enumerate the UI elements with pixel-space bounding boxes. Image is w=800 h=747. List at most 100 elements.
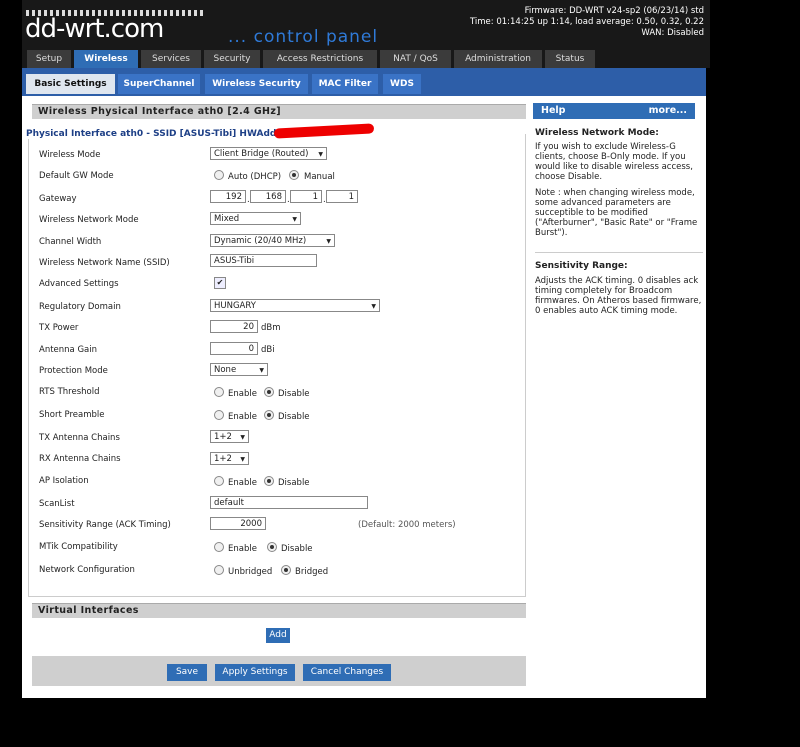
tx-chains-select[interactable]: 1+2 bbox=[210, 430, 249, 444]
rts-enable-radio[interactable] bbox=[214, 387, 224, 397]
gw-manual-radio[interactable] bbox=[289, 170, 299, 180]
scanlist-input[interactable]: default bbox=[210, 496, 368, 509]
sensitivity-default-note: (Default: 2000 meters) bbox=[358, 520, 456, 530]
preamble-disable-label: Disable bbox=[278, 412, 310, 422]
cancel-changes-button[interactable]: Cancel Changes bbox=[303, 664, 391, 681]
tx-power-unit: dBm bbox=[261, 323, 281, 333]
gateway-octet-4[interactable]: 1 bbox=[326, 190, 358, 203]
label-regulatory-domain: Regulatory Domain bbox=[39, 302, 121, 312]
gw-manual-label: Manual bbox=[304, 172, 335, 182]
apply-settings-button[interactable]: Apply Settings bbox=[215, 664, 295, 681]
label-protection-mode: Protection Mode bbox=[39, 366, 108, 376]
wan-status: WAN: Disabled bbox=[641, 28, 704, 38]
preamble-enable-radio[interactable] bbox=[214, 410, 224, 420]
preamble-disable-radio[interactable] bbox=[264, 410, 274, 420]
regulatory-domain-select[interactable]: HUNGARY bbox=[210, 299, 380, 313]
subtab-superchannel[interactable]: SuperChannel bbox=[118, 74, 200, 94]
label-scanlist: ScanList bbox=[39, 499, 75, 509]
tab-services[interactable]: Services bbox=[141, 50, 201, 68]
help-wireless-mode-title: Wireless Network Mode: bbox=[535, 128, 659, 138]
wireless-mode-select[interactable]: Client Bridge (Routed) bbox=[210, 147, 327, 161]
label-gateway: Gateway bbox=[39, 194, 77, 204]
mtik-enable-label: Enable bbox=[228, 544, 257, 554]
tab-status[interactable]: Status bbox=[545, 50, 595, 68]
subtab-wireless-security[interactable]: Wireless Security bbox=[205, 74, 308, 94]
label-rx-chains: RX Antenna Chains bbox=[39, 454, 121, 464]
label-advanced-settings: Advanced Settings bbox=[39, 279, 119, 289]
uptime: Time: 01:14:25 up 1:14, load average: 0.… bbox=[469, 17, 704, 27]
logo-subtitle: ... control panel bbox=[228, 27, 379, 47]
label-tx-power: TX Power bbox=[39, 323, 79, 333]
main-tabs: Setup Wireless Services Security Access … bbox=[22, 48, 710, 68]
label-network-configuration: Network Configuration bbox=[39, 565, 135, 575]
label-sensitivity-range: Sensitivity Range (ACK Timing) bbox=[39, 520, 171, 530]
help-sensitivity-text: Adjusts the ACK timing. 0 disables ack t… bbox=[535, 276, 702, 316]
mtik-disable-label: Disable bbox=[281, 544, 313, 554]
advanced-settings-checkbox[interactable]: ✔ bbox=[214, 277, 226, 289]
label-antenna-gain: Antenna Gain bbox=[39, 345, 97, 355]
rx-chains-select[interactable]: 1+2 bbox=[210, 452, 249, 466]
unbridged-label: Unbridged bbox=[228, 567, 273, 577]
ap-isolation-disable-radio[interactable] bbox=[264, 476, 274, 486]
gateway-octet-2[interactable]: 168 bbox=[250, 190, 286, 203]
antenna-gain-unit: dBi bbox=[261, 345, 275, 355]
ap-isolation-enable-radio[interactable] bbox=[214, 476, 224, 486]
subtab-basic-settings[interactable]: Basic Settings bbox=[26, 74, 115, 94]
label-tx-chains: TX Antenna Chains bbox=[39, 433, 120, 443]
tab-administration[interactable]: Administration bbox=[454, 50, 542, 68]
ap-isolation-enable-label: Enable bbox=[228, 478, 257, 488]
gateway-octet-3[interactable]: 1 bbox=[290, 190, 322, 203]
gateway-octet-1[interactable]: 192 bbox=[210, 190, 246, 203]
label-ap-isolation: AP Isolation bbox=[39, 476, 89, 486]
tab-access-restrictions[interactable]: Access Restrictions bbox=[263, 50, 377, 68]
label-short-preamble: Short Preamble bbox=[39, 410, 105, 420]
label-ssid: Wireless Network Name (SSID) bbox=[39, 258, 170, 268]
help-separator bbox=[535, 252, 703, 253]
help-wireless-mode-text: If you wish to exclude Wireless-G client… bbox=[535, 142, 693, 182]
help-header: Help more... bbox=[533, 103, 695, 119]
tab-setup[interactable]: Setup bbox=[27, 50, 71, 68]
tab-security[interactable]: Security bbox=[204, 50, 260, 68]
help-wireless-mode-note: Note : when changing wireless mode, some… bbox=[535, 188, 698, 238]
logo: dd-wrt.com bbox=[25, 14, 164, 44]
firmware-version: Firmware: DD-WRT v24-sp2 (06/23/14) std bbox=[524, 6, 704, 16]
label-mtik: MTik Compatibility bbox=[39, 542, 118, 552]
rts-disable-radio[interactable] bbox=[264, 387, 274, 397]
channel-width-select[interactable]: Dynamic (20/40 MHz) bbox=[210, 234, 335, 248]
help-more-link[interactable]: more... bbox=[649, 103, 687, 119]
help-sensitivity-title: Sensitivity Range: bbox=[535, 261, 628, 271]
mtik-enable-radio[interactable] bbox=[214, 542, 224, 552]
ap-isolation-disable-label: Disable bbox=[278, 478, 310, 488]
content-area: Wireless Physical Interface ath0 [2.4 GH… bbox=[22, 96, 706, 698]
tab-wireless[interactable]: Wireless bbox=[74, 50, 138, 68]
fieldset-title: Physical Interface ath0 - SSID [ASUS-Tib… bbox=[26, 129, 283, 139]
virtual-interfaces-title: Virtual Interfaces bbox=[32, 603, 526, 618]
rts-disable-label: Disable bbox=[278, 389, 310, 399]
tab-nat-qos[interactable]: NAT / QoS bbox=[380, 50, 451, 68]
save-button[interactable]: Save bbox=[167, 664, 207, 681]
sensitivity-input[interactable]: 2000 bbox=[210, 517, 266, 530]
mtik-disable-radio[interactable] bbox=[267, 542, 277, 552]
label-channel-width: Channel Width bbox=[39, 237, 102, 247]
firmware-info: Firmware: DD-WRT v24-sp2 (06/23/14) std … bbox=[470, 6, 704, 39]
subtab-wds[interactable]: WDS bbox=[383, 74, 421, 94]
subtab-mac-filter[interactable]: MAC Filter bbox=[312, 74, 378, 94]
preamble-enable-label: Enable bbox=[228, 412, 257, 422]
gw-auto-radio[interactable] bbox=[214, 170, 224, 180]
bridged-radio[interactable] bbox=[281, 565, 291, 575]
add-virtual-interface-button[interactable]: Add bbox=[266, 628, 290, 643]
page-header: dd-wrt.com ... control panel Firmware: D… bbox=[22, 0, 710, 48]
label-wireless-mode: Wireless Mode bbox=[39, 150, 101, 160]
tx-power-input[interactable]: 20 bbox=[210, 320, 258, 333]
section-title: Wireless Physical Interface ath0 [2.4 GH… bbox=[32, 104, 526, 119]
antenna-gain-input[interactable]: 0 bbox=[210, 342, 258, 355]
label-rts-threshold: RTS Threshold bbox=[39, 387, 100, 397]
help-title: Help bbox=[541, 105, 566, 116]
unbridged-radio[interactable] bbox=[214, 565, 224, 575]
network-mode-select[interactable]: Mixed bbox=[210, 212, 301, 226]
protection-mode-select[interactable]: None bbox=[210, 363, 268, 377]
bridged-label: Bridged bbox=[295, 567, 329, 577]
ssid-input[interactable]: ASUS-Tibi bbox=[210, 254, 317, 267]
gw-auto-label: Auto (DHCP) bbox=[228, 172, 282, 182]
rts-enable-label: Enable bbox=[228, 389, 257, 399]
